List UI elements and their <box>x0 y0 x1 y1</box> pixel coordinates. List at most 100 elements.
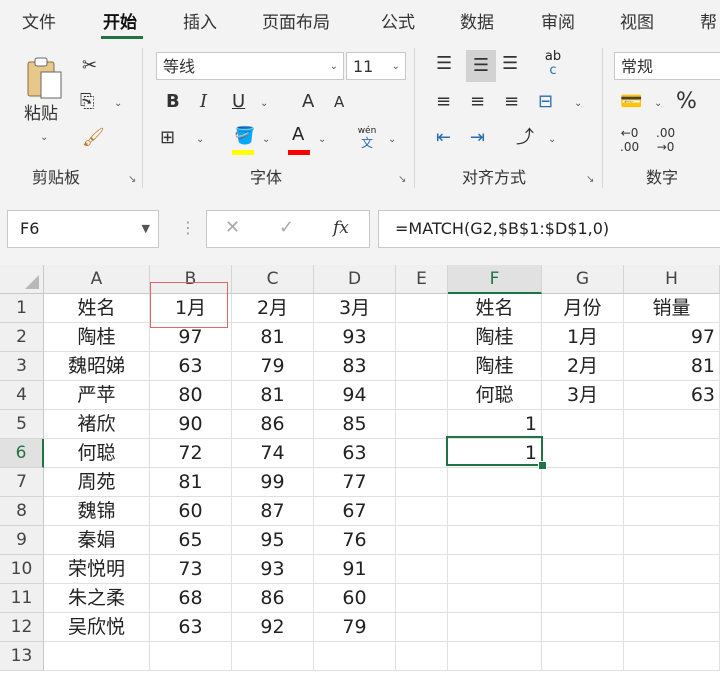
column-header-c[interactable]: C <box>232 265 314 294</box>
select-all-button[interactable] <box>0 265 44 294</box>
lookup-cell[interactable]: 陶桂 <box>448 323 542 352</box>
cell[interactable] <box>542 613 624 642</box>
cell[interactable] <box>396 439 448 468</box>
table-cell[interactable]: 92 <box>232 613 314 642</box>
cell[interactable] <box>448 584 542 613</box>
wrap-text-icon[interactable]: ab c <box>540 50 566 80</box>
cell[interactable] <box>448 555 542 584</box>
table-cell[interactable]: 严苹 <box>44 381 150 410</box>
cell[interactable] <box>396 613 448 642</box>
table-cell[interactable]: 魏昭娣 <box>44 352 150 381</box>
font-launcher-icon[interactable]: ↘ <box>398 174 406 185</box>
accounting-dropdown-icon[interactable]: ⌄ <box>654 92 662 116</box>
cell[interactable] <box>542 642 624 671</box>
table-cell[interactable]: 陶桂 <box>44 323 150 352</box>
lookup-cell[interactable]: 63 <box>624 381 720 410</box>
cell[interactable] <box>542 410 624 439</box>
cell[interactable] <box>396 584 448 613</box>
table-cell[interactable]: 80 <box>150 381 232 410</box>
lookup-cell[interactable]: 97 <box>624 323 720 352</box>
row-header-9[interactable]: 9 <box>0 526 44 555</box>
cell[interactable] <box>396 526 448 555</box>
tab-view[interactable]: 视图 <box>620 8 654 33</box>
borders-dropdown-icon[interactable]: ⌄ <box>196 128 204 152</box>
formula-input[interactable]: =MATCH(G2,$B$1:$D$1,0) <box>378 210 720 248</box>
table-cell[interactable]: 76 <box>314 526 396 555</box>
table-cell[interactable]: 93 <box>232 555 314 584</box>
decrease-indent-icon[interactable]: ⇤ <box>436 126 451 150</box>
align-left-icon[interactable]: ≡ <box>436 90 451 114</box>
align-middle-icon[interactable]: ☰ <box>466 50 496 82</box>
increase-decimal-icon[interactable]: ←0.00 <box>620 126 639 154</box>
cell[interactable] <box>542 584 624 613</box>
table-cell[interactable]: 荣悦明 <box>44 555 150 584</box>
cell-f6[interactable]: 1 <box>448 439 542 468</box>
tab-formulas[interactable]: 公式 <box>381 8 415 33</box>
formula-bar-grip-icon[interactable]: ⋮ <box>180 218 196 237</box>
tab-insert[interactable]: 插入 <box>183 8 217 33</box>
table-cell[interactable]: 86 <box>232 584 314 613</box>
lookup-header-cell[interactable]: 月份 <box>542 294 624 323</box>
table-cell[interactable]: 86 <box>232 410 314 439</box>
phonetic-dropdown-icon[interactable]: ⌄ <box>388 128 396 152</box>
column-header-e[interactable]: E <box>396 265 448 294</box>
bold-button[interactable]: B <box>166 90 180 114</box>
format-painter-icon[interactable]: 🖌 <box>82 126 105 150</box>
accounting-format-icon[interactable]: 💳 <box>620 90 642 114</box>
alignment-launcher-icon[interactable]: ↘ <box>586 174 594 185</box>
table-cell[interactable]: 83 <box>314 352 396 381</box>
cell[interactable] <box>624 584 720 613</box>
cell[interactable] <box>314 642 396 671</box>
table-header-cell[interactable]: 1月 <box>150 294 232 323</box>
table-cell[interactable]: 93 <box>314 323 396 352</box>
table-cell[interactable]: 魏锦 <box>44 497 150 526</box>
decrease-font-button[interactable]: A <box>334 90 344 114</box>
tab-review[interactable]: 审阅 <box>541 8 575 33</box>
table-cell[interactable]: 97 <box>150 323 232 352</box>
lookup-header-cell[interactable]: 姓名 <box>448 294 542 323</box>
table-cell[interactable]: 63 <box>314 439 396 468</box>
cell[interactable] <box>396 294 448 323</box>
table-cell[interactable]: 81 <box>232 381 314 410</box>
cell[interactable] <box>396 410 448 439</box>
font-color-dropdown-icon[interactable]: ⌄ <box>318 128 326 152</box>
cell[interactable] <box>448 468 542 497</box>
cell[interactable] <box>542 497 624 526</box>
decrease-decimal-icon[interactable]: .00 →0 <box>656 126 675 154</box>
fill-color-dropdown-icon[interactable]: ⌄ <box>262 128 270 152</box>
row-header-1[interactable]: 1 <box>0 294 44 323</box>
table-cell[interactable]: 79 <box>232 352 314 381</box>
clipboard-launcher-icon[interactable]: ↘ <box>128 174 136 185</box>
row-header-10[interactable]: 10 <box>0 555 44 584</box>
lookup-cell[interactable]: 陶桂 <box>448 352 542 381</box>
cell[interactable] <box>396 323 448 352</box>
tab-data[interactable]: 数据 <box>460 8 494 33</box>
column-header-b[interactable]: B <box>150 265 232 294</box>
cell[interactable] <box>624 497 720 526</box>
cut-icon[interactable]: ✂ <box>82 54 97 78</box>
column-header-f[interactable]: F <box>448 265 542 294</box>
row-header-7[interactable]: 7 <box>0 468 44 497</box>
table-cell[interactable]: 60 <box>314 584 396 613</box>
name-box[interactable]: F6 ▼ <box>7 210 159 248</box>
tab-home[interactable]: 开始 <box>103 8 137 33</box>
cell[interactable] <box>396 352 448 381</box>
fill-color-button[interactable]: 🪣 <box>230 126 256 156</box>
row-header-4[interactable]: 4 <box>0 381 44 410</box>
cell[interactable] <box>542 468 624 497</box>
phonetic-button[interactable]: wén 文 <box>354 126 380 156</box>
table-cell[interactable]: 72 <box>150 439 232 468</box>
cell[interactable] <box>150 642 232 671</box>
cell[interactable] <box>624 555 720 584</box>
align-center-icon[interactable]: ≡ <box>470 90 485 114</box>
cell[interactable] <box>448 497 542 526</box>
underline-button[interactable]: U <box>232 90 245 114</box>
column-header-d[interactable]: D <box>314 265 396 294</box>
cell[interactable] <box>232 642 314 671</box>
table-cell[interactable]: 85 <box>314 410 396 439</box>
cell-f5[interactable]: 1 <box>448 410 542 439</box>
table-cell[interactable]: 79 <box>314 613 396 642</box>
lookup-cell[interactable]: 1月 <box>542 323 624 352</box>
paste-button[interactable]: 粘贴 <box>24 102 58 126</box>
insert-function-icon[interactable]: fx <box>333 218 349 238</box>
